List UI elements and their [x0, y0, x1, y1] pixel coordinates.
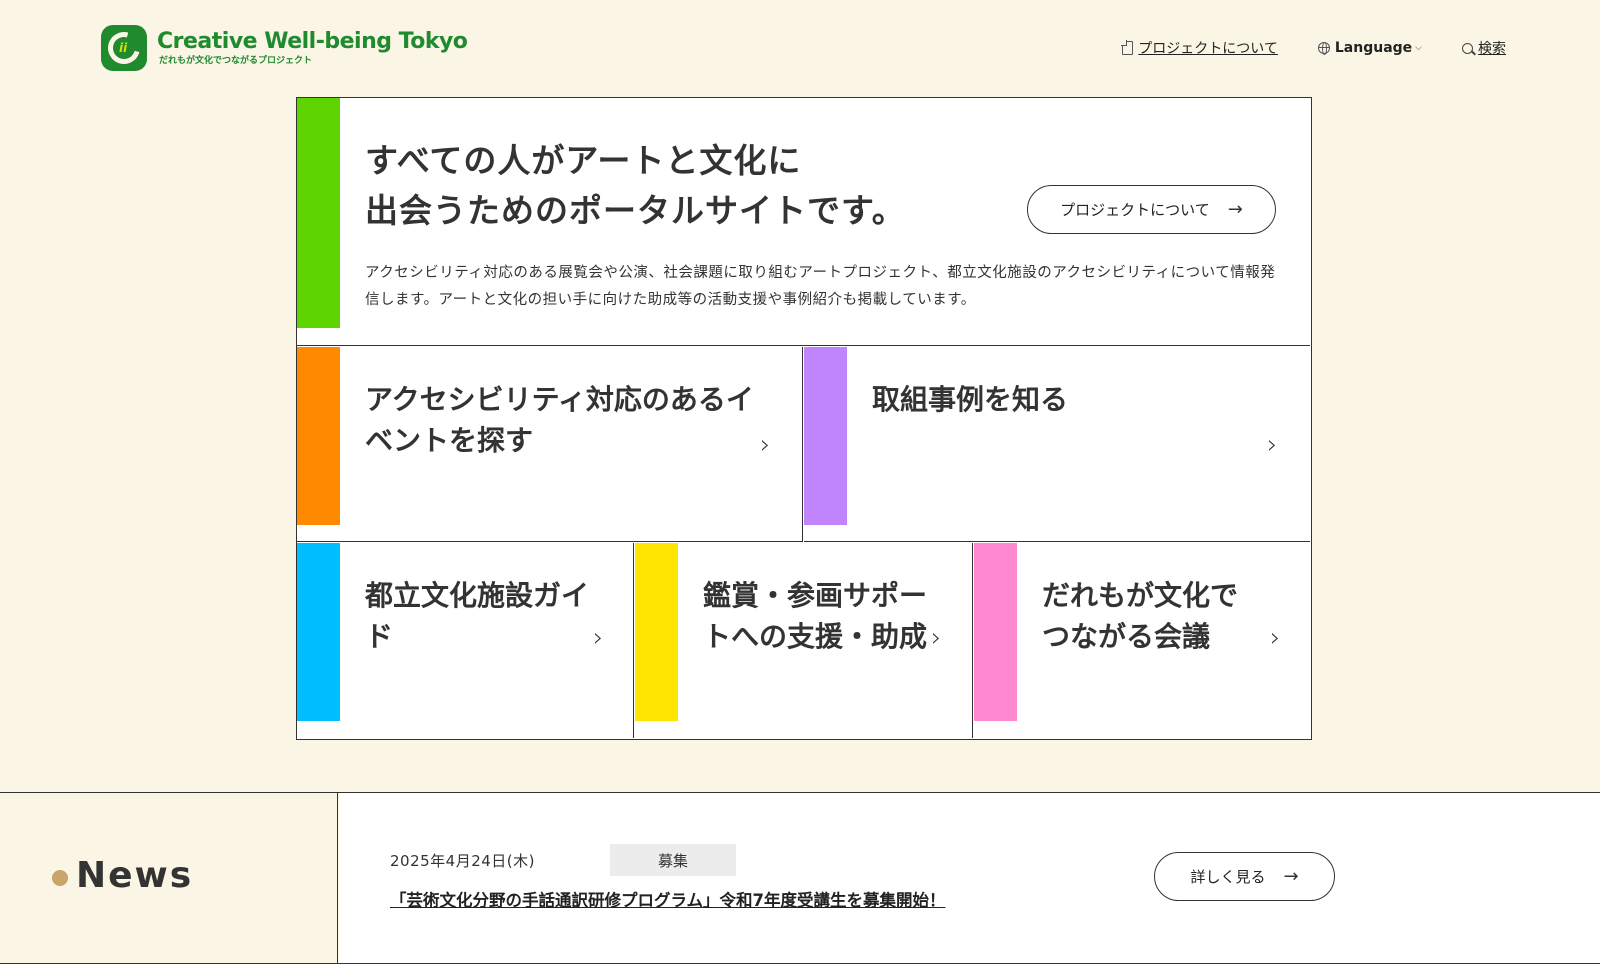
tile-title-line1: アクセシビリティ対応のあるイ — [365, 383, 754, 416]
about-project-button-label: プロジェクトについて — [1060, 201, 1210, 219]
tile-title-line2: ド — [365, 620, 394, 653]
site-header: ii Creative Well-being Tokyo だれもが文化でつながる… — [0, 0, 1600, 96]
chevron-right-icon: › — [1270, 623, 1281, 653]
tile-title: 鑑賞・参画サポー トへの支援・助成 — [703, 575, 927, 657]
chevron-right-icon: › — [593, 623, 604, 653]
tile-accent-bar — [804, 347, 847, 525]
main-grid: すべての人がアートと文化に 出会うためのポータルサイトです。 プロジェクトについ… — [296, 97, 1312, 740]
tile-title-line1: 取組事例を知る — [872, 383, 1069, 416]
tile-title-line2: トへの支援・助成 — [703, 620, 928, 653]
tile-title: 取組事例を知る — [872, 379, 1068, 420]
tile-support-grants[interactable]: 鑑賞・参画サポー トへの支援・助成 › — [635, 543, 973, 738]
nav-about-link[interactable]: プロジェクトについて — [1122, 38, 1278, 58]
hero-title: すべての人がアートと文化に 出会うためのポータルサイトです。 — [365, 136, 906, 236]
tile-title-line2: ベントを探す — [365, 424, 534, 457]
news-category-badge: 募集 — [610, 844, 736, 876]
tile-title-line2: つながる会議 — [1042, 620, 1211, 653]
news-heading-panel: News — [0, 793, 338, 963]
tile-title-line1: 鑑賞・参画サポー — [703, 579, 928, 612]
hero-title-line1: すべての人がアートと文化に — [365, 141, 802, 180]
tile-case-studies[interactable]: 取組事例を知る › — [804, 347, 1310, 542]
about-project-button[interactable]: プロジェクトについて → — [1027, 185, 1276, 234]
news-more-button[interactable]: 詳しく見る → — [1154, 852, 1335, 901]
logo-mark: ii — [101, 25, 147, 71]
news-heading: News — [76, 855, 194, 896]
site-logo[interactable]: ii Creative Well-being Tokyo だれもが文化でつながる… — [101, 25, 468, 71]
tile-culture-conference[interactable]: だれもが文化で つながる会議 › — [974, 543, 1310, 738]
search-label: 検索 — [1478, 41, 1506, 57]
tile-title: 都立文化施設ガイ ド — [365, 575, 589, 657]
arrow-right-icon: → — [1283, 866, 1299, 887]
chevron-right-icon: › — [1267, 430, 1278, 460]
logo-text: Creative Well-being Tokyo だれもが文化でつながるプロジ… — [157, 29, 468, 67]
logo-title: Creative Well-being Tokyo — [157, 29, 468, 54]
tile-accent-bar — [297, 347, 340, 525]
tile-accent-bar — [635, 543, 678, 721]
search-link[interactable]: 検索 — [1462, 38, 1506, 58]
hero-panel: すべての人がアートと文化に 出会うためのポータルサイトです。 プロジェクトについ… — [297, 98, 1310, 346]
document-icon — [1122, 41, 1134, 55]
nav-about-label: プロジェクトについて — [1138, 41, 1278, 57]
tile-accent-bar — [974, 543, 1017, 721]
chevron-down-icon: ⌵ — [1415, 43, 1422, 53]
chevron-right-icon: › — [931, 623, 942, 653]
bullet-dot-icon — [52, 870, 68, 886]
tile-title: だれもが文化で つながる会議 — [1042, 575, 1238, 657]
tile-title-line1: 都立文化施設ガイ — [365, 579, 590, 612]
logo-mark-letters: ii — [119, 41, 128, 55]
globe-icon — [1317, 42, 1330, 55]
language-selector[interactable]: Language ⌵ — [1317, 40, 1422, 56]
hero-accent-bar — [297, 98, 340, 328]
news-item-link[interactable]: 「芸術文化分野の手話通訳研修プログラム」令和7年度受講生を募集開始！ — [390, 887, 946, 911]
news-more-button-label: 詳しく見る — [1190, 868, 1266, 886]
tile-title-line1: だれもが文化で — [1042, 579, 1239, 612]
chevron-right-icon: › — [760, 430, 771, 460]
news-date: 2025年4月24日(木) — [390, 852, 536, 870]
language-label: Language — [1334, 40, 1413, 56]
tile-accent-bar — [297, 543, 340, 721]
tile-title: アクセシビリティ対応のあるイ ベントを探す — [365, 379, 754, 461]
news-section: News 2025年4月24日(木) 募集 「芸術文化分野の手話通訳研修プログラ… — [0, 792, 1600, 964]
tile-facility-guide[interactable]: 都立文化施設ガイ ド › — [297, 543, 634, 738]
hero-description: アクセシビリティ対応のある展覧会や公演、社会課題に取り組むアートプロジェクト、都… — [365, 265, 1276, 308]
hero-title-line2: 出会うためのポータルサイトです。 — [365, 191, 906, 230]
news-list: 2025年4月24日(木) 募集 「芸術文化分野の手話通訳研修プログラム」令和7… — [339, 793, 1600, 963]
header-nav: プロジェクトについて Language ⌵ 検索 — [1122, 38, 1506, 58]
logo-subtitle: だれもが文化でつながるプロジェクト — [159, 56, 313, 66]
arrow-right-icon: → — [1227, 199, 1243, 220]
search-icon — [1462, 42, 1473, 54]
tile-find-accessible-events[interactable]: アクセシビリティ対応のあるイ ベントを探す › — [297, 347, 803, 542]
